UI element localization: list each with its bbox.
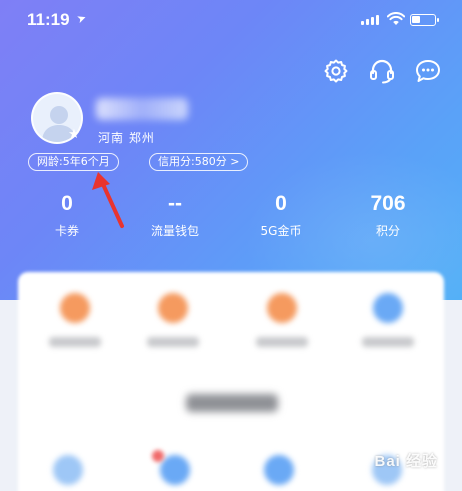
- stat-value: --: [168, 192, 182, 215]
- location-arrow-icon: ➤: [75, 10, 89, 27]
- stat-5g-coins[interactable]: 0 5G金币: [241, 190, 321, 239]
- notification-badge: [152, 450, 164, 462]
- user-location: 河南 郑州: [98, 131, 155, 145]
- blurred-service-label: [256, 337, 308, 347]
- service-item[interactable]: [143, 293, 203, 347]
- stat-value: 0: [275, 192, 287, 215]
- blurred-service-label: [49, 337, 101, 347]
- cellular-signal-icon: [361, 15, 379, 25]
- stat-label: 5G金币: [260, 224, 302, 238]
- stat-data-wallet[interactable]: -- 流量钱包: [135, 190, 215, 239]
- service-item[interactable]: [45, 293, 105, 347]
- annotation-arrow-icon: [92, 172, 124, 228]
- stat-points[interactable]: 706 积分: [348, 190, 428, 239]
- stat-label: 流量钱包: [150, 224, 199, 238]
- service-item[interactable]: [358, 293, 418, 347]
- stat-value: 706: [370, 192, 406, 215]
- service-icon[interactable]: [160, 455, 190, 485]
- header-background: 11:19 ➤ ★ 河南 郑州 网龄:5年6个月 信用分:580分 > 0 卡券…: [0, 0, 462, 300]
- status-bar: 11:19 ➤: [0, 0, 462, 44]
- status-time: 11:19: [27, 10, 70, 29]
- stat-label: 积分: [375, 224, 400, 238]
- service-icon: [267, 293, 297, 323]
- blurred-username: [96, 98, 188, 120]
- service-icon[interactable]: [53, 455, 83, 485]
- baidu-watermark: Bai 经验: [374, 453, 438, 470]
- credit-score-pill[interactable]: 信用分:580分 >: [149, 153, 249, 171]
- service-item[interactable]: [252, 293, 312, 347]
- service-icon[interactable]: [264, 455, 294, 485]
- star-badge-icon: ★: [68, 127, 80, 142]
- settings-gear-icon[interactable]: [322, 57, 350, 85]
- blurred-section-title: [186, 394, 278, 412]
- service-icon: [373, 293, 403, 323]
- message-chat-icon[interactable]: [414, 57, 442, 85]
- service-icon: [60, 293, 90, 323]
- blurred-service-label: [147, 337, 199, 347]
- wifi-icon: [387, 12, 405, 25]
- battery-icon: [410, 14, 439, 26]
- blurred-service-label: [362, 337, 414, 347]
- customer-service-headset-icon[interactable]: [368, 57, 396, 85]
- service-icon: [158, 293, 188, 323]
